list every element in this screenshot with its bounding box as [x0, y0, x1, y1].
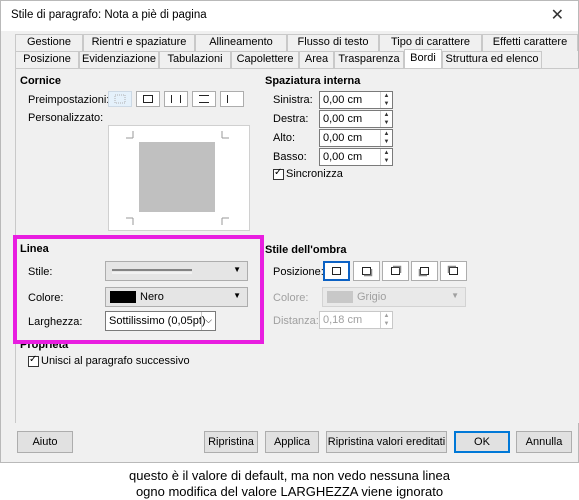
shadow-top-right-button[interactable]: [382, 261, 409, 281]
shadow-bottom-left-button[interactable]: [411, 261, 438, 281]
basso-spin-arrows[interactable]: ▲ ▼: [380, 149, 392, 165]
ombra-heading: Stile dell'ombra: [265, 244, 347, 256]
shadow-top-left-button[interactable]: [440, 261, 467, 281]
border-none-icon: [114, 94, 126, 104]
basso-value[interactable]: 0,00 cm: [323, 151, 362, 163]
custom-label: Personalizzato:: [28, 112, 104, 124]
ripristina-ereditati-button[interactable]: Ripristina valori ereditati: [326, 431, 447, 453]
paragraph-style-dialog: Stile di paragrafo: Nota a piè di pagina…: [0, 0, 579, 463]
spin-down-icon: ▼: [383, 101, 390, 107]
shadow-top-left-icon: [447, 265, 458, 275]
tab-posizione[interactable]: Posizione: [15, 51, 79, 68]
spin-up-icon: ▲: [383, 150, 390, 156]
destra-spinbox[interactable]: 0,00 cm ▲ ▼: [319, 110, 393, 128]
shadow-none-icon: [332, 267, 341, 275]
preset-left-right-button[interactable]: [164, 91, 188, 107]
tab-evidenziazione[interactable]: Evidenziazione: [79, 51, 159, 68]
alto-value[interactable]: 0,00 cm: [323, 132, 362, 144]
shadow-distance-spin-arrows[interactable]: ▲ ▼: [380, 312, 392, 328]
shadow-bottom-right-icon: [362, 267, 373, 277]
destra-spin-arrows[interactable]: ▲ ▼: [380, 111, 392, 127]
shadow-color-dropdown[interactable]: Grigio ▼: [322, 287, 466, 307]
basso-label: Basso:: [273, 151, 307, 163]
ripristina-button[interactable]: Ripristina: [204, 431, 258, 453]
title-bar: Stile di paragrafo: Nota a piè di pagina…: [1, 1, 578, 31]
unisci-label: Unisci al paragrafo successivo: [41, 355, 190, 367]
spin-up-icon: ▲: [383, 131, 390, 137]
destra-value[interactable]: 0,00 cm: [323, 113, 362, 125]
tab-bordi[interactable]: Bordi: [404, 49, 442, 68]
border-box-icon: [143, 95, 153, 103]
aiuto-button[interactable]: Aiuto: [17, 431, 73, 453]
basso-spinbox[interactable]: 0,00 cm ▲ ▼: [319, 148, 393, 166]
preset-none-button[interactable]: [108, 91, 132, 107]
spin-down-icon: ▼: [383, 139, 390, 145]
tab-gestione[interactable]: Gestione: [15, 34, 83, 51]
tab-struttura-elenco[interactable]: Struttura ed elenco: [442, 51, 542, 68]
destra-label: Destra:: [273, 113, 309, 125]
sinistra-spinbox[interactable]: 0,00 cm ▲ ▼: [319, 91, 393, 109]
applica-button[interactable]: Applica: [265, 431, 319, 453]
caption-line-1: questo è il valore di default, ma non ve…: [129, 468, 450, 483]
tab-row-1: Gestione Rientri e spaziature Allineamen…: [15, 34, 578, 51]
spin-up-icon: ▲: [383, 313, 390, 319]
ok-button[interactable]: OK: [454, 431, 510, 453]
shadow-distance-spinbox[interactable]: 0,18 cm ▲ ▼: [319, 311, 393, 329]
shadow-distance-value[interactable]: 0,18 cm: [323, 314, 362, 326]
dialog-title: Stile di paragrafo: Nota a piè di pagina: [11, 9, 207, 21]
ombra-posizione-label: Posizione:: [273, 266, 324, 278]
shadow-bottom-right-button[interactable]: [353, 261, 380, 281]
unisci-checkbox[interactable]: ✓: [28, 354, 39, 367]
spin-up-icon: ▲: [383, 112, 390, 118]
preview-paragraph-block: [139, 142, 215, 212]
annulla-button[interactable]: Annulla: [516, 431, 572, 453]
alto-spin-arrows[interactable]: ▲ ▼: [380, 130, 392, 146]
tab-capolettere[interactable]: Capolettere: [231, 51, 299, 68]
preset-left-button[interactable]: [220, 91, 244, 107]
close-icon[interactable]: ✕: [551, 5, 564, 25]
border-left-right-icon: [171, 95, 181, 103]
shadow-none-button[interactable]: [323, 261, 350, 281]
alto-label: Alto:: [273, 132, 296, 144]
ombra-distanza-label: Distanza:: [273, 315, 319, 327]
border-left-icon: [227, 95, 228, 103]
ombra-colore-label: Colore:: [273, 292, 309, 304]
sinistra-value[interactable]: 0,00 cm: [323, 94, 362, 106]
tab-tabulazioni[interactable]: Tabulazioni: [159, 51, 231, 68]
annotation-highlight-box: [13, 235, 264, 344]
tab-flusso-testo[interactable]: Flusso di testo: [287, 34, 379, 51]
alto-spinbox[interactable]: 0,00 cm ▲ ▼: [319, 129, 393, 147]
color-swatch-grigio: [327, 291, 353, 303]
spin-down-icon: ▼: [383, 158, 390, 164]
sinistra-label: Sinistra:: [273, 94, 313, 106]
spaziatura-heading: Spaziatura interna: [265, 75, 361, 87]
shadow-top-right-icon: [391, 265, 402, 275]
border-top-bottom-icon: [199, 95, 209, 103]
tab-allineamento[interactable]: Allineamento: [195, 34, 287, 51]
chevron-down-icon: ▼: [451, 291, 459, 300]
shadow-bottom-left-icon: [418, 267, 429, 277]
shadow-color-value: Grigio: [357, 291, 387, 303]
checkmark-icon: ✓: [29, 354, 38, 365]
preset-box-button[interactable]: [136, 91, 160, 107]
tab-area[interactable]: Area: [299, 51, 334, 68]
sinistra-spin-arrows[interactable]: ▲ ▼: [380, 92, 392, 108]
border-preview[interactable]: [108, 125, 250, 231]
spin-down-icon: ▼: [383, 120, 390, 126]
preset-label: Preimpostazioni:: [28, 94, 110, 106]
sincronizza-checkbox[interactable]: ✓: [273, 167, 284, 180]
spin-down-icon: ▼: [383, 321, 390, 327]
sincronizza-label: Sincronizza: [286, 168, 343, 180]
tab-trasparenza[interactable]: Trasparenza: [334, 51, 404, 68]
cornice-heading: Cornice: [20, 75, 61, 87]
checkmark-icon: ✓: [274, 167, 283, 178]
preset-top-bottom-button[interactable]: [192, 91, 216, 107]
tab-rientri-spaziature[interactable]: Rientri e spaziature: [83, 34, 195, 51]
tab-row-2: Posizione Evidenziazione Tabulazioni Cap…: [15, 49, 542, 68]
spin-up-icon: ▲: [383, 93, 390, 99]
tab-effetti-carattere[interactable]: Effetti carattere: [482, 34, 578, 51]
caption-line-2: ogno modifica del valore LARGHEZZA viene…: [135, 484, 444, 499]
